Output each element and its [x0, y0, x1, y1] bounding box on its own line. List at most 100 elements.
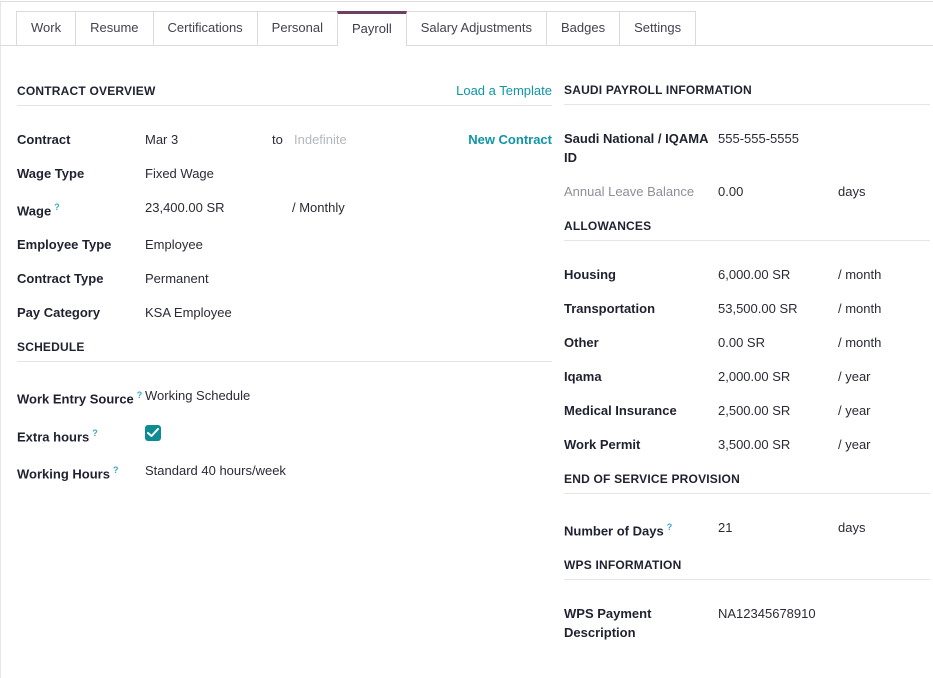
wps-payment-description-field[interactable]: NA12345678910: [718, 604, 838, 623]
work-entry-source-row: Work Entry Source? Working Schedule: [17, 386, 552, 408]
working-hours-row: Working Hours? Standard 40 hours/week: [17, 461, 552, 483]
medical-insurance-row: Medical Insurance 2,500.00 SR / year: [564, 401, 930, 420]
transportation-allowance-row: Transportation 53,500.00 SR / month: [564, 299, 930, 318]
wps-payment-description-label: WPS Payment Description: [564, 604, 718, 642]
pay-category-row: Pay Category KSA Employee: [17, 303, 552, 322]
work-permit-row: Work Permit 3,500.00 SR / year: [564, 435, 930, 454]
employee-type-row: Employee Type Employee: [17, 235, 552, 254]
extra-hours-label: Extra hours?: [17, 424, 145, 446]
tab-personal[interactable]: Personal: [257, 11, 338, 45]
tab-work[interactable]: Work: [16, 11, 76, 45]
work-entry-source-label: Work Entry Source?: [17, 386, 145, 408]
wage-row: Wage? 23,400.00 SR / Monthly: [17, 198, 552, 220]
work-permit-label: Work Permit: [564, 435, 718, 454]
housing-unit: / month: [838, 265, 881, 284]
annual-leave-balance-row: Annual Leave Balance 0.00 days: [564, 182, 930, 201]
medical-insurance-unit: / year: [838, 401, 871, 420]
allowances-title: ALLOWANCES: [564, 219, 651, 233]
schedule-title: SCHEDULE: [17, 340, 85, 354]
working-hours-label: Working Hours?: [17, 461, 145, 483]
contract-to-label: to: [272, 130, 294, 149]
employee-type-field[interactable]: Employee: [145, 235, 203, 254]
pay-category-label: Pay Category: [17, 303, 145, 322]
work-permit-unit: / year: [838, 435, 871, 454]
tab-settings[interactable]: Settings: [619, 11, 696, 45]
allowances-section: ALLOWANCES Housing 6,000.00 SR / month T…: [564, 219, 930, 454]
iqama-unit: / year: [838, 367, 871, 386]
tab-payroll[interactable]: Payroll: [337, 11, 407, 46]
other-field[interactable]: 0.00 SR: [718, 333, 838, 352]
wage-type-row: Wage Type Fixed Wage: [17, 164, 552, 183]
annual-leave-balance-unit: days: [838, 182, 865, 201]
housing-allowance-row: Housing 6,000.00 SR / month: [564, 265, 930, 284]
transportation-label: Transportation: [564, 299, 718, 318]
wage-label: Wage?: [17, 198, 145, 220]
wage-type-label: Wage Type: [17, 164, 145, 183]
employee-type-label: Employee Type: [17, 235, 145, 254]
left-column: CONTRACT OVERVIEW Load a Template Contra…: [17, 83, 552, 498]
saudi-payroll-title: SAUDI PAYROLL INFORMATION: [564, 83, 752, 97]
contract-label: Contract: [17, 130, 145, 149]
number-of-days-help-icon[interactable]: ?: [667, 522, 673, 532]
saudi-payroll-section: SAUDI PAYROLL INFORMATION Saudi National…: [564, 83, 930, 201]
tab-certifications[interactable]: Certifications: [153, 11, 258, 45]
wps-section: WPS INFORMATION WPS Payment Description …: [564, 558, 930, 642]
contract-end-date-field[interactable]: Indefinite: [294, 130, 347, 149]
form-notebook-tabbar: Work Resume Certifications Personal Payr…: [0, 11, 933, 46]
tab-salary-adjustments[interactable]: Salary Adjustments: [406, 11, 547, 45]
number-of-days-label: Number of Days?: [564, 518, 718, 540]
wage-type-field[interactable]: Fixed Wage: [145, 164, 214, 183]
tab-resume[interactable]: Resume: [75, 11, 153, 45]
top-divider: [0, 1, 933, 2]
extra-hours-row: Extra hours?: [17, 424, 552, 446]
medical-insurance-field[interactable]: 2,500.00 SR: [718, 401, 838, 420]
other-label: Other: [564, 333, 718, 352]
end-of-service-title: END OF SERVICE PROVISION: [564, 472, 740, 486]
iqama-id-label: Saudi National / IQAMA ID: [564, 129, 718, 167]
work-permit-field[interactable]: 3,500.00 SR: [718, 435, 838, 454]
contract-row: Contract Mar 3 to Indefinite New Contrac…: [17, 130, 552, 149]
iqama-allowance-row: Iqama 2,000.00 SR / year: [564, 367, 930, 386]
iqama-id-row: Saudi National / IQAMA ID 555-555-5555: [564, 129, 930, 167]
schedule-section: SCHEDULE Work Entry Source? Working Sche…: [17, 340, 552, 483]
annual-leave-balance-label: Annual Leave Balance: [564, 182, 718, 201]
contract-start-date-field[interactable]: Mar 3: [145, 130, 272, 149]
contract-type-label: Contract Type: [17, 269, 145, 288]
right-column: SAUDI PAYROLL INFORMATION Saudi National…: [564, 83, 930, 657]
contract-type-field[interactable]: Permanent: [145, 269, 209, 288]
load-template-link[interactable]: Load a Template: [456, 83, 552, 98]
annual-leave-balance-field[interactable]: 0.00: [718, 182, 838, 201]
new-contract-link[interactable]: New Contract: [468, 130, 552, 149]
housing-label: Housing: [564, 265, 718, 284]
contract-overview-section: CONTRACT OVERVIEW Load a Template Contra…: [17, 83, 552, 322]
number-of-days-unit: days: [838, 518, 865, 537]
extra-hours-checkbox[interactable]: [145, 425, 161, 441]
iqama-field[interactable]: 2,000.00 SR: [718, 367, 838, 386]
work-entry-source-help-icon[interactable]: ?: [137, 390, 143, 400]
wps-title: WPS INFORMATION: [564, 558, 681, 572]
number-of-days-row: Number of Days? 21 days: [564, 518, 930, 540]
sheet-left-border: [0, 2, 1, 678]
pay-category-field[interactable]: KSA Employee: [145, 303, 232, 322]
working-hours-help-icon[interactable]: ?: [113, 465, 119, 475]
payroll-form-page: Work Resume Certifications Personal Payr…: [0, 0, 933, 678]
working-hours-field[interactable]: Standard 40 hours/week: [145, 461, 286, 480]
work-entry-source-field[interactable]: Working Schedule: [145, 386, 250, 405]
wage-help-icon[interactable]: ?: [54, 202, 60, 212]
transportation-field[interactable]: 53,500.00 SR: [718, 299, 838, 318]
transportation-unit: / month: [838, 299, 881, 318]
wage-period-field[interactable]: / Monthly: [292, 198, 345, 217]
housing-field[interactable]: 6,000.00 SR: [718, 265, 838, 284]
contract-overview-title: CONTRACT OVERVIEW: [17, 84, 156, 98]
wage-field[interactable]: 23,400.00 SR: [145, 198, 292, 217]
other-unit: / month: [838, 333, 881, 352]
other-allowance-row: Other 0.00 SR / month: [564, 333, 930, 352]
medical-insurance-label: Medical Insurance: [564, 401, 718, 420]
extra-hours-help-icon[interactable]: ?: [92, 428, 98, 438]
wps-payment-description-row: WPS Payment Description NA12345678910: [564, 604, 930, 642]
number-of-days-field[interactable]: 21: [718, 518, 838, 537]
iqama-id-field[interactable]: 555-555-5555: [718, 129, 838, 148]
contract-type-row: Contract Type Permanent: [17, 269, 552, 288]
end-of-service-section: END OF SERVICE PROVISION Number of Days?…: [564, 472, 930, 540]
tab-badges[interactable]: Badges: [546, 11, 620, 45]
